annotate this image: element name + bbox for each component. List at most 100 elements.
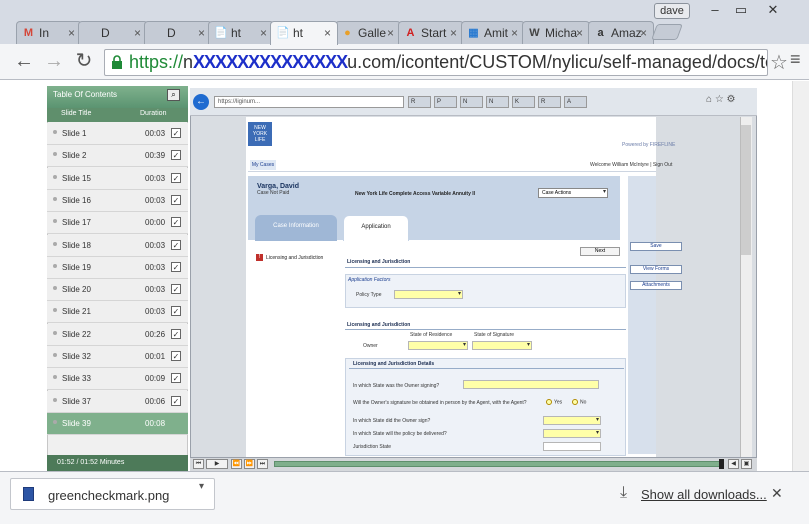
toc-slide-duration: 00:08 <box>145 418 166 428</box>
reload-icon[interactable]: ↻ <box>72 50 96 74</box>
toc-row[interactable]: Slide 16 00:03 ✓ <box>47 189 188 212</box>
toc-row[interactable]: Slide 18 00:03 ✓ <box>47 234 188 257</box>
forward-icon[interactable]: → <box>42 50 66 74</box>
profile-button[interactable]: dave <box>654 3 690 19</box>
lj-rule <box>345 329 626 330</box>
show-all-downloads-link[interactable]: Show all downloads... <box>641 487 767 502</box>
tab-8[interactable]: W Micha × <box>522 21 590 45</box>
tab-close-icon[interactable]: × <box>68 26 75 40</box>
tab-favicon-icon: 📄 <box>276 27 290 39</box>
state-residence-label: State of Residence <box>410 332 453 338</box>
toc-title: Table Of Contents <box>53 90 118 99</box>
tab-4[interactable]: 📄 ht × <box>270 21 338 45</box>
tab-close-icon[interactable]: × <box>387 26 394 40</box>
page-scrollbar[interactable] <box>792 81 809 471</box>
toc-slide-label: Slide 20 <box>62 285 91 295</box>
progress-knob[interactable] <box>719 459 724 469</box>
toc-row[interactable]: Slide 33 00:09 ✓ <box>47 368 188 391</box>
lj-subtitle: Licensing and Jurisdiction <box>347 322 411 328</box>
recording-tab: N <box>460 96 483 108</box>
url-path: u.com/icontent/CUSTOM/nylicu/self-manage… <box>347 52 767 72</box>
toc-slide-label: Slide 39 <box>62 418 91 428</box>
toc-row[interactable]: Slide 39 00:08 <box>47 412 188 435</box>
toc-slide-duration: 00:03 <box>145 240 166 250</box>
volume-icon[interactable]: ◀ <box>728 459 739 469</box>
close-window-button[interactable]: ✕ <box>760 2 786 18</box>
maximize-button[interactable]: ▭ <box>728 2 754 18</box>
tab-close-icon[interactable]: × <box>134 26 141 40</box>
end-icon[interactable]: ⏭ <box>257 459 268 469</box>
tab-favicon-icon: W <box>529 27 540 39</box>
bullet-icon <box>53 286 57 291</box>
bullet-icon <box>53 419 57 424</box>
tab-label: Galle <box>358 26 387 40</box>
download-filename[interactable]: greencheckmark.png <box>48 488 169 503</box>
close-downloads-icon[interactable]: ✕ <box>771 485 783 502</box>
tab-favicon-icon: a <box>597 27 604 39</box>
toc-row[interactable]: Slide 15 00:03 ✓ <box>47 167 188 190</box>
checkmark-icon: ✓ <box>171 373 181 384</box>
minimize-button[interactable]: – <box>702 2 728 18</box>
tab-9[interactable]: a Amaz × <box>588 21 654 45</box>
toc-slide-duration: 00:39 <box>145 151 166 161</box>
back-icon[interactable]: ← <box>12 50 36 74</box>
save-button: Save <box>630 242 682 251</box>
tab-case-information: Case Information <box>255 215 337 241</box>
toc-slide-duration: 00:03 <box>145 307 166 317</box>
tab-label: Amit <box>484 26 508 40</box>
tab-1[interactable]: D × <box>78 21 148 45</box>
toc-row[interactable]: Slide 20 00:03 ✓ <box>47 279 188 302</box>
toc-slide-duration: 00:03 <box>145 129 166 138</box>
tab-close-icon[interactable]: × <box>576 26 583 40</box>
toc-row[interactable]: Slide 17 00:00 ✓ <box>47 212 188 235</box>
recording-tab: N <box>486 96 509 108</box>
toc-slide-duration: 00:09 <box>145 374 166 384</box>
q2-yes: Yes <box>546 399 562 405</box>
toc-row[interactable]: Slide 19 00:03 ✓ <box>47 256 188 279</box>
tab-close-icon[interactable]: × <box>260 26 267 40</box>
tab-5[interactable]: ● Galle × <box>335 21 401 45</box>
bullet-icon <box>53 397 57 402</box>
tab-favicon-icon: A <box>406 27 415 39</box>
toc-slide-label: Slide 32 <box>62 352 91 361</box>
play-icon[interactable]: ▶ <box>206 459 228 469</box>
fullscreen-icon[interactable]: ▣ <box>741 459 752 469</box>
bullet-icon <box>53 174 57 179</box>
tab-close-icon[interactable]: × <box>450 26 457 40</box>
bookmark-star-icon[interactable]: ☆ <box>770 50 788 75</box>
next-icon[interactable]: ⏩ <box>244 459 255 469</box>
checkmark-icon: ✓ <box>171 172 181 183</box>
checkmark-icon: ✓ <box>171 150 181 161</box>
tab-favicon-icon: ▦ <box>468 27 479 39</box>
toc-row[interactable]: Slide 32 00:01 ✓ <box>47 346 188 368</box>
tab-7[interactable]: ▦ Amit × <box>461 21 525 45</box>
progress-bar[interactable] <box>274 461 722 467</box>
checkmark-icon: ✓ <box>171 261 181 272</box>
tab-close-icon[interactable]: × <box>324 26 331 40</box>
address-bar[interactable]: https://nXXXXXXXXXXXXXXu.com/icontent/CU… <box>104 49 768 76</box>
q2-no: No <box>572 399 586 405</box>
prev-icon[interactable]: ⏪ <box>231 459 242 469</box>
download-menu-chevron-icon[interactable]: ▾ <box>199 481 204 492</box>
q4-label: In which State will the policy be delive… <box>353 431 447 437</box>
toc-row[interactable]: Slide 37 00:06 ✓ <box>47 390 188 413</box>
bullet-icon <box>53 375 57 380</box>
toc-search-icon[interactable]: ⌕ <box>167 89 180 101</box>
tab-3[interactable]: 📄 ht × <box>208 21 274 45</box>
no-label: No <box>580 399 587 406</box>
toc-row[interactable]: Slide 21 00:03 ✓ <box>47 301 188 324</box>
toc-row[interactable]: Slide 1 00:03 ✓ <box>47 123 188 145</box>
tab-0[interactable]: M In × <box>16 21 82 45</box>
toc-row[interactable]: Slide 2 00:39 ✓ <box>47 145 188 168</box>
tab-close-icon[interactable]: × <box>640 26 647 40</box>
side-nav-licensing: ! Licensing and Jurisdiction <box>256 254 323 261</box>
view-forms-button: View Forms <box>630 265 682 274</box>
tab-close-icon[interactable]: × <box>198 26 205 40</box>
tab-6[interactable]: A Start × <box>398 21 464 45</box>
tab-2[interactable]: D × <box>144 21 212 45</box>
toc-row[interactable]: Slide 22 00:26 ✓ <box>47 323 188 346</box>
state-signature-select <box>472 341 532 350</box>
tab-close-icon[interactable]: × <box>511 26 518 40</box>
chrome-menu-icon[interactable]: ≡ <box>790 49 801 70</box>
rewind-icon[interactable]: ⏮ <box>193 459 204 469</box>
